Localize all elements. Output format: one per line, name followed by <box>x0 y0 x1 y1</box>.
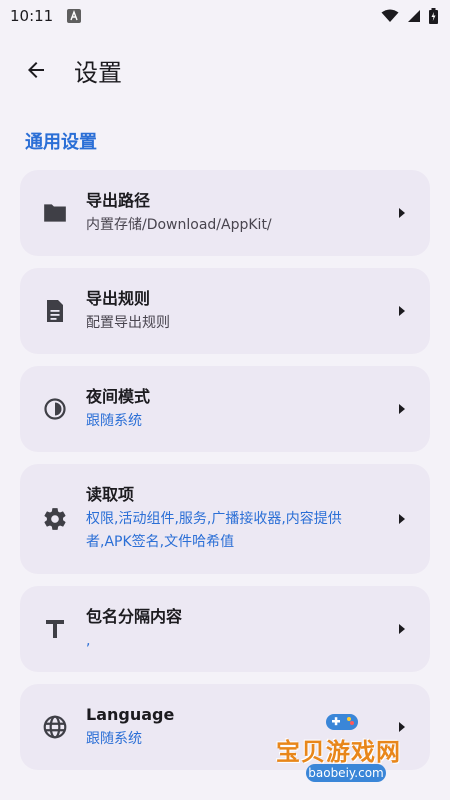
watermark-name: 宝贝游戏网 <box>276 738 401 766</box>
setting-export-rules[interactable]: 导出规则 配置导出规则 <box>20 268 430 354</box>
gear-icon <box>40 504 70 534</box>
section-title: 通用设置 <box>25 132 97 153</box>
setting-title: 读取项 <box>86 485 135 504</box>
status-time: 10:11 <box>10 7 54 25</box>
setting-title: 包名分隔内容 <box>86 606 183 626</box>
setting-export-path[interactable]: 导出路径 内置存储/Download/AppKit/ <box>20 170 430 256</box>
chevron-right-icon <box>399 624 405 634</box>
signal-icon <box>408 10 420 22</box>
setting-title: 导出路径 <box>86 190 151 210</box>
status-bar: 10:11 <box>0 0 450 32</box>
watermark-url: baobeiy.com <box>306 764 386 782</box>
setting-package-separator[interactable]: 包名分隔内容 , <box>20 586 430 672</box>
setting-subtitle: 权限,活动组件,服务,广播接收器,内容提供者,APK签名,文件哈希值 <box>86 511 342 550</box>
document-icon <box>40 296 70 326</box>
arrow-back-icon <box>28 62 44 78</box>
chevron-right-icon <box>399 404 405 414</box>
text-t-icon <box>40 614 70 644</box>
setting-night-mode[interactable]: 夜间模式 跟随系统 <box>20 366 430 452</box>
gamepad-icon <box>326 714 358 730</box>
battery-icon <box>429 8 438 24</box>
setting-subtitle: 内置存储/Download/AppKit/ <box>86 216 272 233</box>
back-button[interactable] <box>20 54 52 86</box>
chevron-right-icon <box>399 306 405 316</box>
setting-title: 导出规则 <box>86 288 151 308</box>
setting-subtitle: 跟随系统 <box>86 412 142 429</box>
chevron-right-icon <box>399 208 405 218</box>
half-circle-icon <box>40 394 70 424</box>
setting-title: 夜间模式 <box>86 386 151 406</box>
folder-icon <box>40 198 70 228</box>
watermark: 宝贝游戏网 baobeiy.com <box>272 708 422 792</box>
page-title: 设置 <box>74 58 122 87</box>
setting-subtitle: 配置导出规则 <box>86 314 170 331</box>
setting-read-items[interactable]: 读取项 权限,活动组件,服务,广播接收器,内容提供者,APK签名,文件哈希值 <box>20 464 430 574</box>
globe-icon <box>40 712 70 742</box>
setting-subtitle: , <box>86 632 91 649</box>
app-bar: 设置 <box>0 32 450 108</box>
wifi-icon <box>381 9 399 22</box>
chevron-right-icon <box>399 514 405 524</box>
notification-a-icon <box>67 9 82 23</box>
settings-list: 导出路径 内置存储/Download/AppKit/ 导出规则 配置导出规则 夜… <box>0 170 450 770</box>
